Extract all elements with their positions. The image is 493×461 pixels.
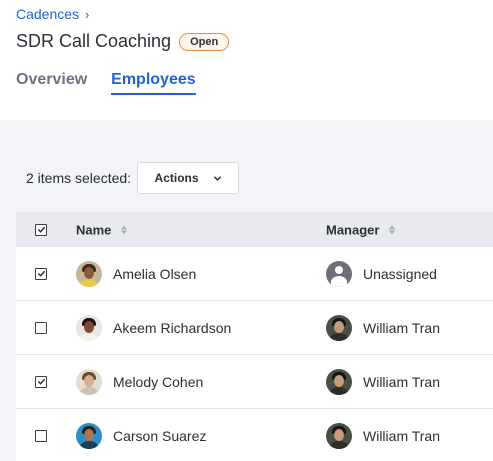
sort-icon: [121, 225, 128, 234]
manager-cell: William Tran: [326, 314, 441, 341]
avatar: [76, 260, 102, 287]
row-checkbox[interactable]: [35, 321, 47, 334]
avatar: [76, 314, 102, 341]
selection-bar: 2 items selected: Actions: [26, 162, 240, 194]
table-header-row: Name Manager: [16, 212, 493, 247]
user-placeholder-icon: [326, 260, 352, 287]
actions-label: Actions: [154, 171, 199, 185]
avatar: [326, 368, 352, 395]
status-badge: Open: [179, 32, 230, 51]
avatar: [326, 314, 352, 341]
tab-employees[interactable]: Employees: [111, 71, 196, 95]
table-row[interactable]: Melody Cohen William Tran: [16, 355, 493, 409]
page-header: Cadences › SDR Call Coaching Open Overvi…: [0, 0, 493, 120]
row-checkbox[interactable]: [35, 267, 47, 280]
employees-panel: 2 items selected: Actions Name Manager A…: [0, 120, 493, 461]
row-checkbox[interactable]: [35, 375, 47, 388]
employee-name: Melody Cohen: [113, 373, 204, 390]
avatar: [76, 422, 102, 449]
breadcrumb-separator-icon: ›: [85, 6, 90, 22]
manager-cell: Unassigned: [326, 260, 437, 287]
tab-overview[interactable]: Overview: [16, 71, 87, 95]
checkmark-icon: [37, 226, 45, 233]
employees-table: Name Manager Amelia Olsen Unassigned Ake…: [16, 212, 493, 461]
checkmark-icon: [37, 378, 45, 385]
employee-cell: Akeem Richardson: [76, 314, 232, 341]
manager-name: William Tran: [363, 373, 441, 390]
manager-cell: William Tran: [326, 422, 441, 449]
table-row[interactable]: Amelia Olsen Unassigned: [16, 247, 493, 301]
employee-name: Carson Suarez: [113, 427, 207, 444]
page-title: SDR Call Coaching: [16, 31, 172, 51]
table-row[interactable]: Carson Suarez William Tran: [16, 409, 493, 461]
manager-name: Unassigned: [363, 265, 437, 282]
breadcrumb: Cadences ›: [16, 6, 89, 22]
row-checkbox[interactable]: [35, 429, 47, 442]
manager-name: William Tran: [363, 319, 441, 336]
table-row[interactable]: Akeem Richardson William Tran: [16, 301, 493, 355]
tab-bar: Overview Employees: [16, 71, 196, 95]
avatar: [76, 368, 102, 395]
column-header-manager-label: Manager: [326, 222, 380, 237]
column-header-manager[interactable]: Manager: [326, 222, 396, 237]
breadcrumb-link-cadences[interactable]: Cadences: [16, 6, 79, 22]
avatar: [326, 422, 352, 449]
employee-name: Amelia Olsen: [113, 265, 197, 282]
manager-cell: William Tran: [326, 368, 441, 395]
employee-cell: Amelia Olsen: [76, 260, 197, 287]
select-all-checkbox[interactable]: [35, 223, 47, 236]
employee-cell: Carson Suarez: [76, 422, 207, 449]
manager-name: William Tran: [363, 427, 441, 444]
checkmark-icon: [37, 270, 45, 277]
chevron-down-icon: [213, 175, 221, 181]
selection-count: 2 items selected:: [26, 170, 132, 186]
employee-name: Akeem Richardson: [113, 319, 232, 336]
column-header-name-label: Name: [76, 222, 112, 237]
employee-cell: Melody Cohen: [76, 368, 204, 395]
column-header-name[interactable]: Name: [76, 222, 128, 237]
actions-dropdown-button[interactable]: Actions: [137, 162, 240, 194]
sort-icon: [389, 225, 396, 234]
title-row: SDR Call Coaching Open: [16, 31, 230, 52]
